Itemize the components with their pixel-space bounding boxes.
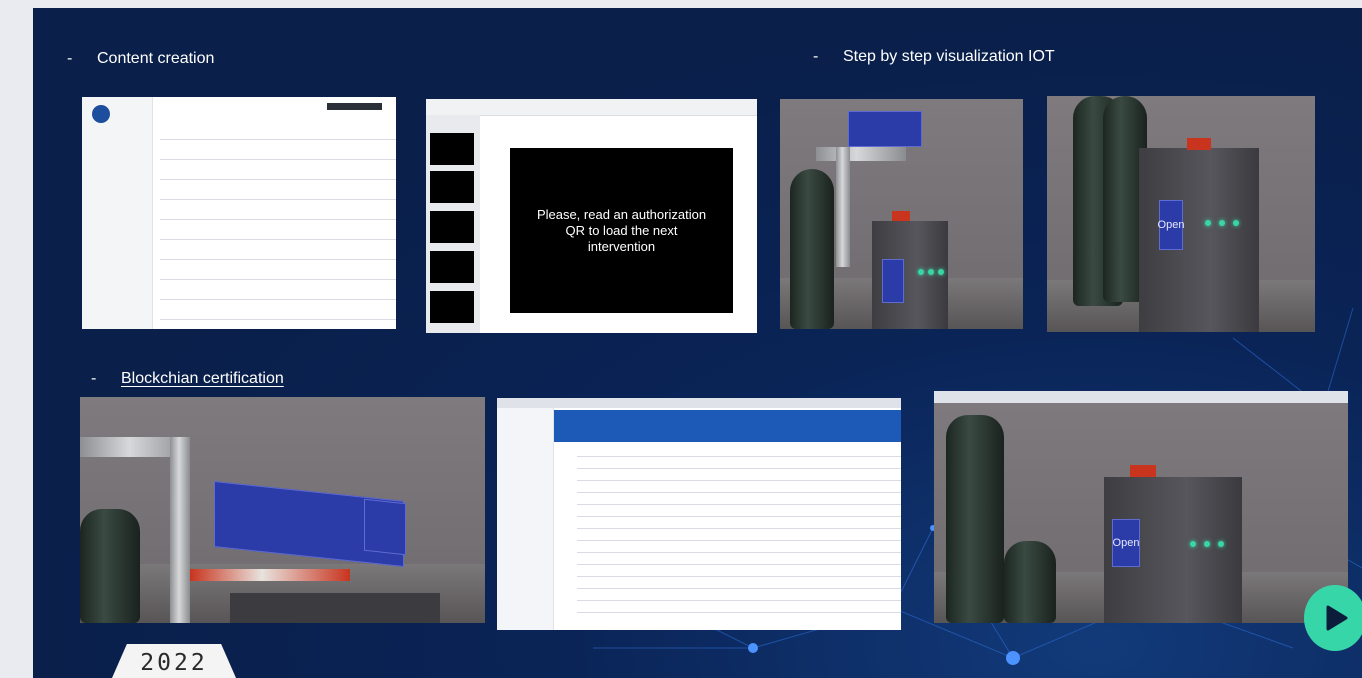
screenshot-content-list — [82, 97, 396, 329]
authorization-message: Please, read an authorization QR to load… — [510, 148, 733, 313]
heading-blockchain: - Blockchian certification — [91, 370, 284, 387]
play-button[interactable] — [1304, 585, 1362, 651]
scene-blockchain-device: Open — [934, 391, 1348, 623]
screenshot-blockchain-explorer — [497, 398, 901, 630]
ar-info-panel — [848, 111, 922, 147]
device-screen — [882, 259, 904, 303]
play-icon — [1326, 605, 1348, 631]
heading-step-by-step: - Step by step visualization IOT — [813, 48, 1055, 65]
scene-blockchain-ar — [80, 397, 485, 623]
heading-content-creation: - Content creation — [67, 50, 215, 67]
scene-iot-step-2: Open — [1047, 96, 1315, 332]
scene-iot-step-1 — [780, 99, 1023, 329]
logo-icon — [92, 105, 110, 123]
device-screen-large: Open — [1112, 519, 1140, 567]
screenshot-authorization: Please, read an authorization QR to load… — [426, 99, 757, 333]
year-badge: 2022 — [112, 644, 236, 678]
presentation-slide: - Content creation - Step by step visualiz… — [33, 8, 1362, 678]
device-screen-label: Open — [1158, 200, 1184, 250]
